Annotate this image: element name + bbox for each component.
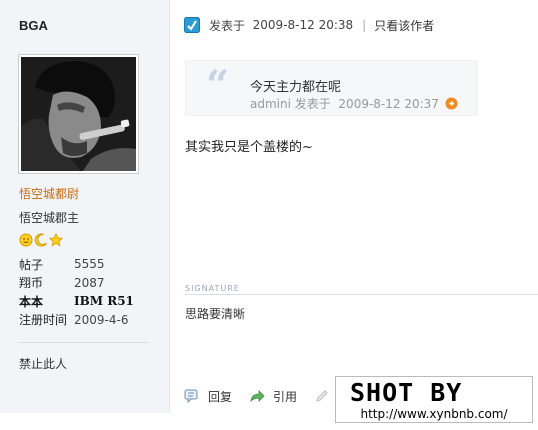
watermark-url: http://www.xynbnb.com/ [360,407,508,421]
stat-value: 2087 [74,275,105,290]
post-meta: 发表于 2009-8-12 20:38 | 只看该作者 [184,16,434,34]
quote-arrow-icon [250,390,265,403]
quote-mark-icon: “ [206,62,230,109]
signature-text: 思路要清晰 [185,307,246,321]
stat-label: 注册时间 [19,313,68,328]
stat-label: 帖子 [19,257,44,272]
post-body: 其实我只是个盖楼的~ [185,140,313,155]
watermark: SHOT BY http://www.xynbnb.com/ [335,376,533,423]
stat-label: 翔币 [19,276,44,291]
reply-label: 回复 [208,389,233,404]
reply-button[interactable]: 回复 [184,388,232,405]
stat-laptop: 本本 IBM R51 [19,292,134,311]
stat-label: 本本 [19,294,44,309]
user-sidebar: BGA 悟空城都尉 悟空城郡主 帖子 5555 翔币 2087 本本 IBM R… [0,0,170,413]
posted-prefix: 发表于 [209,18,246,33]
signature-label: SIGNATURE [185,284,240,293]
post-icon [184,17,200,33]
watermark-title: SHOT BY [350,378,463,407]
author-only-link[interactable]: 只看该作者 [374,17,434,34]
reply-icon [184,389,198,404]
stat-value: 5555 [74,257,105,272]
rank-stars [19,232,64,248]
avatar-image [21,57,136,171]
edit-icon [316,390,328,402]
avatar[interactable] [18,54,139,174]
quote-time: 2009-8-12 20:37 [338,96,439,111]
jump-to-quote-icon[interactable] [445,97,458,110]
moon-icon [34,233,48,247]
quote-posted-prefix: 发表于 [294,97,331,111]
star-icon [48,232,64,247]
user-stats: 帖子 5555 翔币 2087 本本 IBM R51 注册时间 2009-4-6 [19,255,134,329]
ban-user-link[interactable]: 禁止此人 [19,355,67,372]
username[interactable]: BGA [19,18,48,33]
quote-author[interactable]: admini [250,97,291,111]
stat-posts: 帖子 5555 [19,255,134,274]
stat-registered: 注册时间 2009-4-6 [19,311,134,330]
quote-label: 引用 [273,389,298,404]
stat-coins: 翔币 2087 [19,274,134,293]
quote-meta: admini 发表于 2009-8-12 20:37 [250,95,458,112]
posted-time: 2009-8-12 20:38 [252,18,354,32]
quote-button[interactable]: 引用 [249,388,297,405]
quote-block: “ 今天主力都在呢 admini 发表于 2009-8-12 20:37 [185,60,478,116]
stat-value: IBM R51 [74,294,134,309]
meta-separator: | [362,18,367,32]
signature-divider [185,294,538,295]
sun-icon [19,233,33,247]
group-title: 悟空城郡主 [19,211,80,225]
sidebar-divider [18,342,149,343]
stat-value: 2009-4-6 [74,312,129,327]
quote-text: 今天主力都在呢 [250,80,342,95]
rank-title[interactable]: 悟空城都尉 [19,185,79,202]
